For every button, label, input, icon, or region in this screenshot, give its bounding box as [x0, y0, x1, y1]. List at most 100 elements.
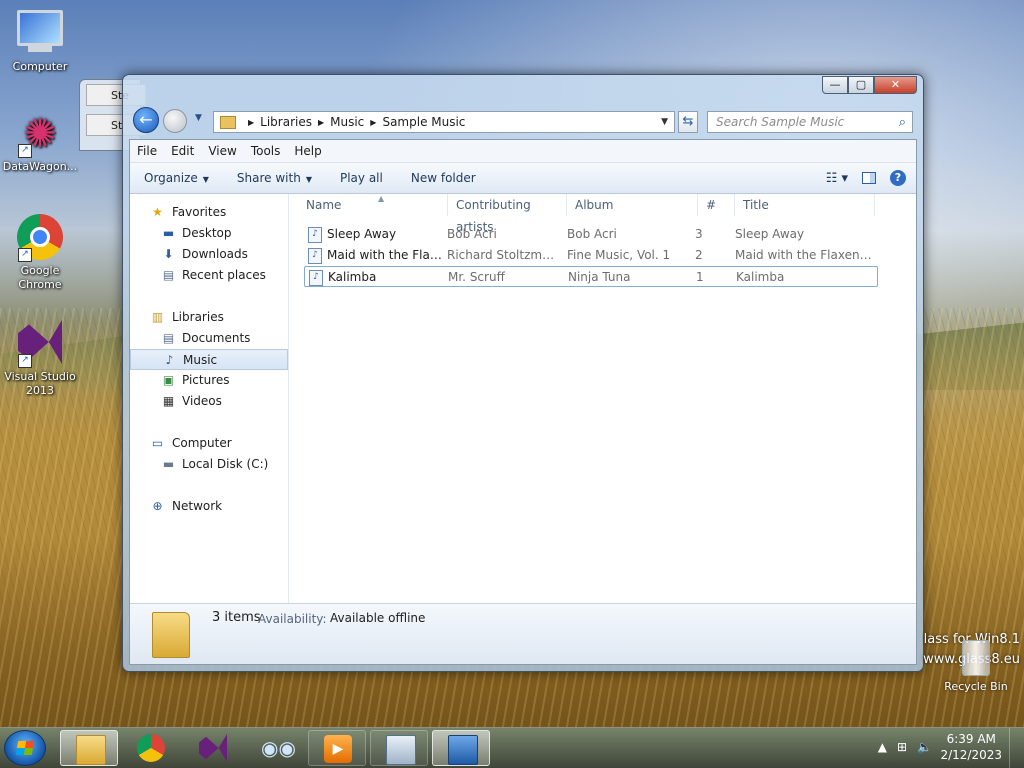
table-row[interactable]: ♪ Maid with the Flaxe... Richard Stoltzma…: [304, 245, 878, 266]
sort-ascending-icon: ▲: [378, 194, 385, 203]
recycle-bin-icon: [962, 640, 990, 676]
address-row: ← ▼ ▶ Libraries ▶ Music ▶ Sample Music ▼…: [133, 107, 915, 133]
preview-pane-icon[interactable]: [862, 172, 876, 184]
clock[interactable]: 6:39 AM 2/12/2023: [940, 731, 1002, 763]
back-button[interactable]: ←: [133, 107, 159, 133]
view-options-icon[interactable]: ☷ ▾: [826, 171, 848, 186]
column-header-album[interactable]: Album: [567, 194, 698, 216]
nav-recent-places[interactable]: ▤ Recent places: [130, 265, 288, 286]
table-row-selected[interactable]: ♪ Kalimba Mr. Scruff Ninja Tuna 1 Kalimba: [304, 266, 878, 287]
breadcrumb-sample-music[interactable]: Sample Music: [382, 115, 465, 129]
column-header-name[interactable]: ▲ Name: [298, 194, 448, 216]
menu-view[interactable]: View: [201, 144, 243, 158]
nav-music[interactable]: ♪ Music: [130, 349, 288, 370]
nav-pictures[interactable]: ▣ Pictures: [130, 370, 288, 391]
desktop-icon-chrome[interactable]: ↗ Google Chrome: [0, 214, 80, 292]
taskbar-chrome[interactable]: [122, 730, 180, 766]
taskbar-recorder[interactable]: [370, 730, 428, 766]
breadcrumb-separator-icon[interactable]: ▶: [248, 118, 254, 127]
videos-icon: ▦: [162, 394, 175, 408]
column-header-artists[interactable]: Contributing artists: [448, 194, 567, 234]
network-icon: ⊕: [152, 499, 163, 513]
artist-cell: Richard Stoltzman...: [447, 248, 561, 262]
command-bar: Organize ▼ Share with ▼ Play all New folde…: [130, 163, 916, 194]
menu-file[interactable]: File: [130, 144, 164, 158]
clock-date: 2/12/2023: [940, 748, 1002, 762]
table-row[interactable]: ♪ Sleep Away Bob Acri Bob Acri 3 Sleep Aw…: [304, 224, 878, 245]
nav-favorites[interactable]: ★ Favorites: [130, 202, 288, 223]
breadcrumb-music[interactable]: Music: [330, 115, 364, 129]
file-name-cell[interactable]: ♪ Kalimba: [309, 267, 443, 288]
folder-icon: [152, 612, 190, 658]
close-button[interactable]: ✕: [874, 76, 917, 94]
nav-videos[interactable]: ▦ Videos: [130, 391, 288, 412]
nav-network[interactable]: ⊕ Network: [130, 496, 288, 517]
taskbar-remote-desktop[interactable]: [432, 730, 490, 766]
title-cell: Kalimba: [736, 270, 785, 284]
show-desktop-button[interactable]: [1009, 728, 1024, 768]
clock-time: 6:39 AM: [946, 732, 996, 746]
search-icon[interactable]: ⌕: [899, 113, 906, 133]
nav-network-label: Network: [172, 499, 223, 513]
minimize-button[interactable]: —: [822, 76, 848, 94]
menu-edit[interactable]: Edit: [164, 144, 201, 158]
address-dropdown-icon[interactable]: ▼: [661, 117, 668, 127]
network-icon[interactable]: ⊞: [897, 740, 907, 754]
system-tray: ▲ ⊞ 🔈: [878, 740, 932, 754]
explorer-window[interactable]: — ▢ ✕ ← ▼ ▶ Libraries ▶ Music ▶ Sample M…: [122, 74, 924, 672]
pictures-icon: ▣: [162, 373, 175, 387]
chrome-icon: [137, 734, 165, 762]
forward-button[interactable]: [163, 109, 187, 133]
availability-label: Availability:: [258, 612, 327, 626]
nav-downloads[interactable]: ⬇ Downloads: [130, 244, 288, 265]
visual-studio-icon: ↗: [16, 320, 64, 368]
taskbar-eyes-app[interactable]: ◉◉: [246, 730, 304, 766]
recent-pages-dropdown[interactable]: ▼: [195, 113, 202, 123]
search-input[interactable]: Search Sample Music ⌕: [707, 111, 913, 133]
play-icon: ▶: [324, 735, 352, 763]
nav-libraries[interactable]: ▥ Libraries: [130, 307, 288, 328]
file-list: ▲ Name Contributing artists Album # Title…: [288, 194, 916, 604]
desktop-icon-visual-studio[interactable]: ↗ Visual Studio 2013: [0, 320, 80, 398]
artist-cell: Mr. Scruff: [448, 270, 505, 284]
desktop-icon-computer[interactable]: Computer: [0, 6, 80, 74]
volume-icon[interactable]: 🔈: [917, 740, 932, 754]
file-name: Kalimba: [328, 270, 377, 284]
start-button[interactable]: [4, 730, 46, 766]
column-header-title[interactable]: Title: [735, 194, 875, 216]
desktop-icon-label: Computer: [12, 60, 68, 73]
nav-local-disk[interactable]: ▬ Local Disk (C:): [130, 454, 288, 475]
star-icon: ★: [152, 205, 163, 219]
show-hidden-icons[interactable]: ▲: [878, 740, 887, 754]
maximize-button[interactable]: ▢: [848, 76, 874, 94]
desktop-icon-datawagon[interactable]: ✺ ↗ DataWagon...: [0, 110, 80, 174]
desktop-icon-recycle-bin[interactable]: Recycle Bin: [936, 640, 1016, 693]
share-with-button[interactable]: Share with ▼: [223, 171, 326, 185]
taskbar-visual-studio[interactable]: [184, 730, 242, 766]
menu-tools[interactable]: Tools: [244, 144, 288, 158]
play-all-button[interactable]: Play all: [326, 171, 397, 185]
nav-documents[interactable]: ▤ Documents: [130, 328, 288, 349]
taskbar-media-player[interactable]: ▶: [308, 730, 366, 766]
nav-downloads-label: Downloads: [182, 247, 248, 261]
column-header-number[interactable]: #: [698, 194, 735, 216]
nav-desktop[interactable]: ▬ Desktop: [130, 223, 288, 244]
chevron-down-icon: ▼: [202, 175, 209, 184]
refresh-button[interactable]: ⇆: [678, 111, 698, 133]
breadcrumb-separator-icon[interactable]: ▶: [318, 118, 324, 127]
file-name-cell[interactable]: ♪ Maid with the Flaxe...: [308, 245, 442, 266]
breadcrumb-separator-icon[interactable]: ▶: [370, 118, 376, 127]
new-folder-button[interactable]: New folder: [397, 171, 490, 185]
audio-file-icon: ♪: [308, 247, 322, 264]
taskbar-explorer[interactable]: [60, 730, 118, 766]
nav-computer-label: Computer: [172, 436, 232, 450]
organize-button[interactable]: Organize ▼: [130, 171, 223, 185]
title-cell: Sleep Away: [735, 227, 805, 241]
help-icon[interactable]: ?: [890, 170, 906, 186]
nav-computer[interactable]: ▭ Computer: [130, 433, 288, 454]
address-bar[interactable]: ▶ Libraries ▶ Music ▶ Sample Music ▼: [213, 111, 675, 133]
breadcrumb-libraries[interactable]: Libraries: [260, 115, 312, 129]
file-name-cell[interactable]: ♪ Sleep Away: [308, 224, 442, 245]
explorer-icon: [76, 735, 106, 765]
menu-help[interactable]: Help: [287, 144, 328, 158]
